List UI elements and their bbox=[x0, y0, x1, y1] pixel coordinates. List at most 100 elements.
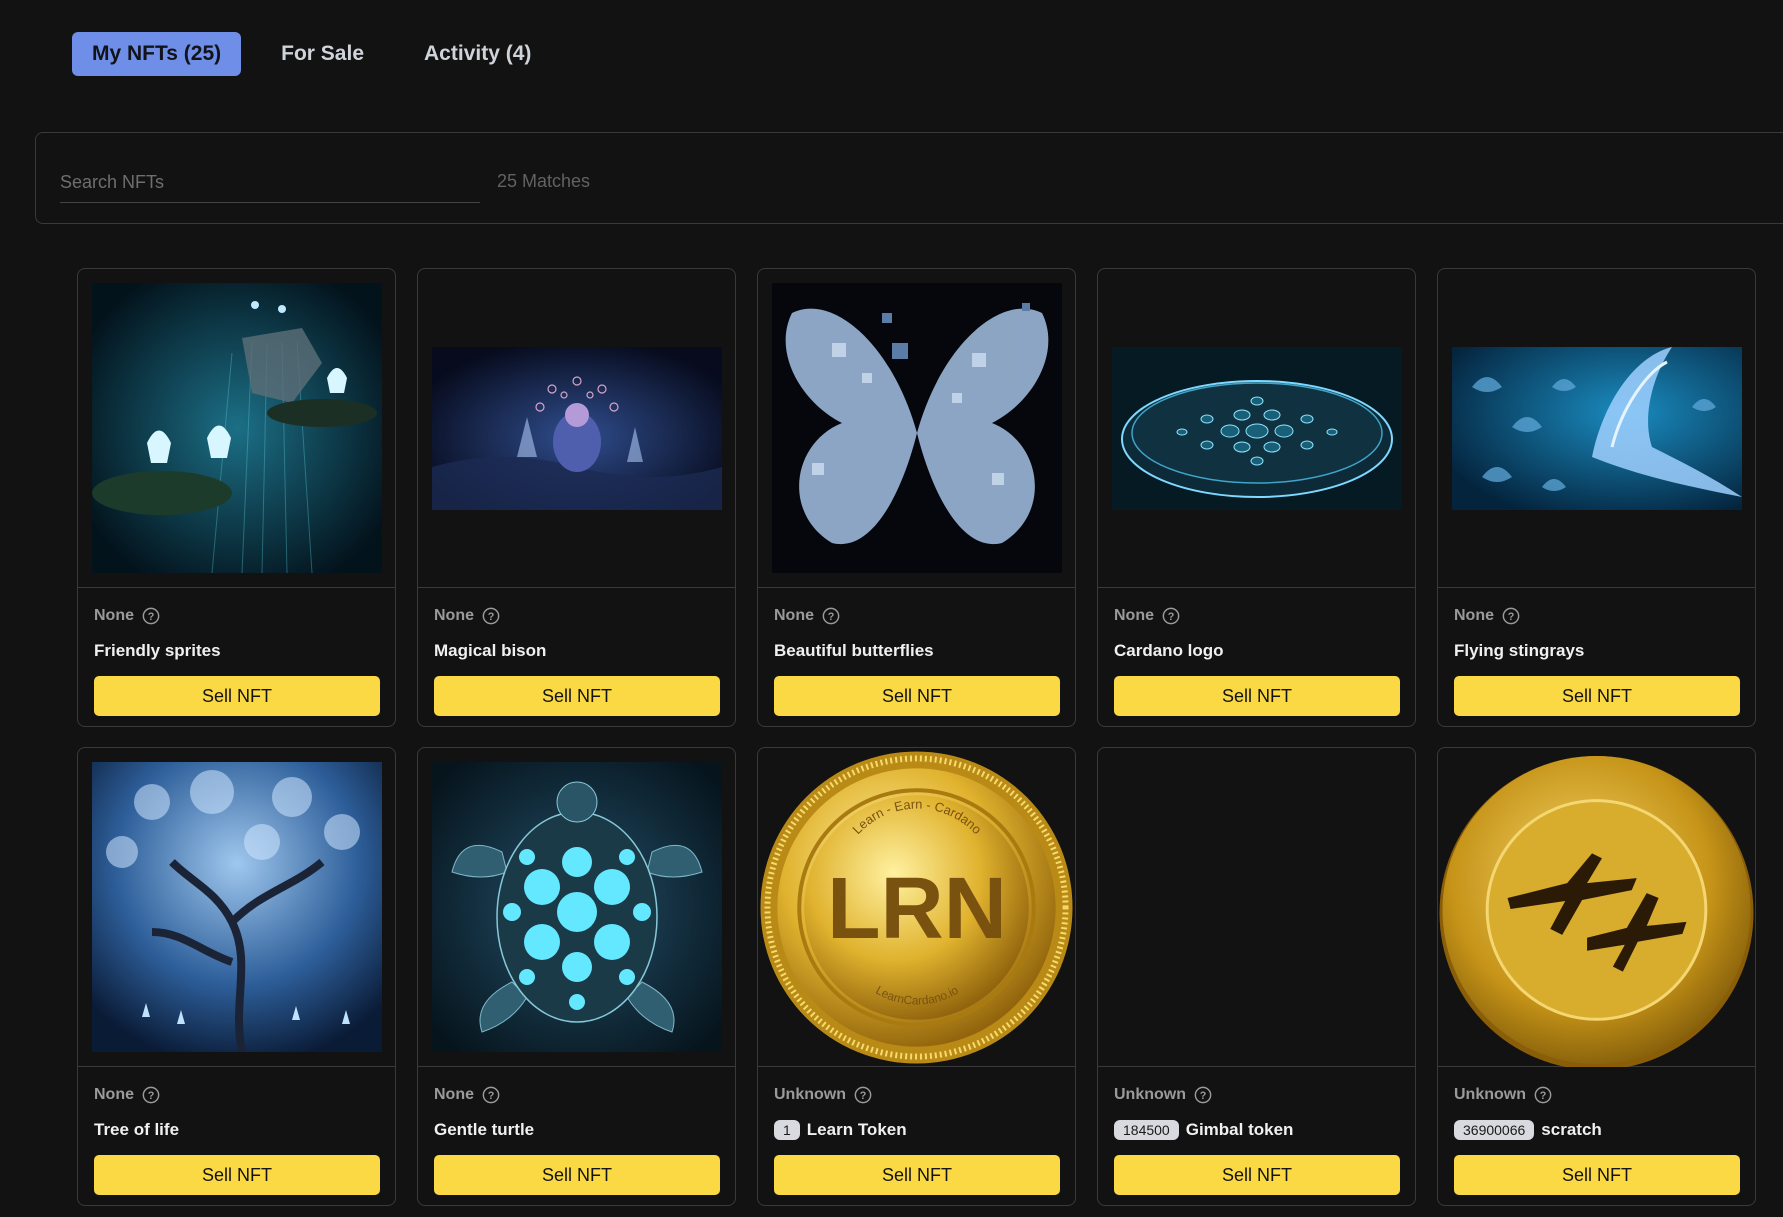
sell-nft-button[interactable]: Sell NFT bbox=[774, 1155, 1060, 1195]
turtle-artwork-image bbox=[431, 762, 722, 1052]
policy-label: Unknown bbox=[774, 1086, 846, 1103]
nft-image-container bbox=[78, 269, 395, 588]
nft-name-row: Flying stingrays bbox=[1454, 640, 1739, 662]
nft-name: Friendly sprites bbox=[94, 641, 221, 660]
sprites-artwork-image bbox=[91, 283, 382, 573]
nft-card: None ? Friendly sprites Sell NFT bbox=[77, 268, 396, 727]
nft-card: Unknown ? 184500 Gimbal token Sell NFT bbox=[1097, 747, 1416, 1206]
policy-label: None bbox=[94, 1086, 134, 1103]
svg-text:?: ? bbox=[860, 1090, 867, 1102]
policy-label: Unknown bbox=[1114, 1086, 1186, 1103]
nft-name: Gimbal token bbox=[1185, 1120, 1294, 1139]
nft-image-container bbox=[1098, 269, 1415, 588]
nft-name: Tree of life bbox=[94, 1120, 180, 1139]
scratch-coin-image bbox=[1439, 755, 1754, 1067]
nft-card: LRN Learn - Earn - Cardano LearnCardano.… bbox=[757, 747, 1076, 1206]
nft-name: Cardano logo bbox=[1114, 641, 1224, 660]
policy-status: None ? bbox=[94, 606, 379, 626]
policy-label: None bbox=[94, 607, 134, 624]
bison-artwork-image bbox=[431, 346, 722, 510]
sell-nft-button[interactable]: Sell NFT bbox=[94, 676, 380, 716]
nft-name-row: 184500 Gimbal token bbox=[1114, 1119, 1399, 1141]
butterfly-artwork-image bbox=[771, 283, 1062, 573]
policy-status: None ? bbox=[94, 1085, 379, 1105]
help-icon[interactable]: ? bbox=[1162, 607, 1180, 625]
nft-card: None ? Beautiful butterflies Sell NFT bbox=[757, 268, 1076, 727]
nft-card: None ? Gentle turtle Sell NFT bbox=[417, 747, 736, 1206]
nft-image-container: LRN Learn - Earn - Cardano LearnCardano.… bbox=[758, 748, 1075, 1067]
quantity-badge: 36900066 bbox=[1454, 1120, 1535, 1140]
cardano-logo-artwork-image bbox=[1111, 346, 1402, 510]
nft-image-container bbox=[1098, 748, 1415, 1067]
help-icon[interactable]: ? bbox=[1502, 607, 1520, 625]
svg-text:?: ? bbox=[488, 1090, 495, 1102]
tab-for-sale[interactable]: For Sale bbox=[261, 32, 384, 76]
sell-nft-button[interactable]: Sell NFT bbox=[1114, 676, 1400, 716]
nft-name-row: Cardano logo bbox=[1114, 640, 1399, 662]
tab-activity[interactable]: Activity (4) bbox=[404, 32, 551, 76]
nft-image-container bbox=[418, 748, 735, 1067]
sell-nft-button[interactable]: Sell NFT bbox=[774, 676, 1060, 716]
policy-status: None ? bbox=[1454, 606, 1739, 626]
nft-card: None ? Cardano logo Sell NFT bbox=[1097, 268, 1416, 727]
svg-text:?: ? bbox=[1508, 611, 1515, 623]
svg-text:?: ? bbox=[828, 611, 835, 623]
policy-status: None ? bbox=[1114, 606, 1399, 626]
sell-nft-button[interactable]: Sell NFT bbox=[1454, 676, 1740, 716]
help-icon[interactable]: ? bbox=[142, 607, 160, 625]
nft-image-container bbox=[78, 748, 395, 1067]
nft-image-container bbox=[758, 269, 1075, 588]
nft-name: Flying stingrays bbox=[1454, 641, 1585, 660]
tab-my-nfts[interactable]: My NFTs (25) bbox=[72, 32, 242, 76]
policy-label: None bbox=[1454, 607, 1494, 624]
nft-name-row: 1 Learn Token bbox=[774, 1119, 1059, 1141]
help-icon[interactable]: ? bbox=[854, 1086, 872, 1104]
nft-name: Gentle turtle bbox=[434, 1120, 535, 1139]
nft-card: Unknown ? 36900066 scratch Sell NFT bbox=[1437, 747, 1756, 1206]
policy-status: None ? bbox=[434, 1085, 719, 1105]
nft-name-row: Tree of life bbox=[94, 1119, 379, 1141]
help-icon[interactable]: ? bbox=[822, 607, 840, 625]
help-icon[interactable]: ? bbox=[482, 1086, 500, 1104]
sell-nft-button[interactable]: Sell NFT bbox=[94, 1155, 380, 1195]
policy-status: Unknown ? bbox=[1454, 1085, 1739, 1105]
nft-name: scratch bbox=[1541, 1120, 1602, 1139]
nft-grid: None ? Friendly sprites Sell NFT None ? … bbox=[77, 268, 1756, 1206]
policy-status: None ? bbox=[774, 606, 1059, 626]
nft-name: Magical bison bbox=[434, 641, 547, 660]
lrn-coin-image: LRN Learn - Earn - Cardano LearnCardano.… bbox=[760, 750, 1073, 1064]
nft-card: None ? Tree of life Sell NFT bbox=[77, 747, 396, 1206]
policy-label: None bbox=[774, 607, 814, 624]
policy-label: None bbox=[434, 607, 474, 624]
match-count: 25 Matches bbox=[497, 171, 591, 191]
policy-label: None bbox=[1114, 607, 1154, 624]
svg-text:?: ? bbox=[1200, 1090, 1207, 1102]
nft-name-row: Magical bison bbox=[434, 640, 719, 662]
quantity-badge: 1 bbox=[774, 1120, 800, 1140]
tab-bar: My NFTs (25) For Sale Activity (4) bbox=[72, 32, 551, 76]
nft-image-container bbox=[418, 269, 735, 588]
policy-status: Unknown ? bbox=[774, 1085, 1059, 1105]
sell-nft-button[interactable]: Sell NFT bbox=[434, 676, 720, 716]
policy-label: Unknown bbox=[1454, 1086, 1526, 1103]
sell-nft-button[interactable]: Sell NFT bbox=[1114, 1155, 1400, 1195]
nft-image-container bbox=[1438, 748, 1755, 1067]
help-icon[interactable]: ? bbox=[1194, 1086, 1212, 1104]
help-icon[interactable]: ? bbox=[482, 607, 500, 625]
sell-nft-button[interactable]: Sell NFT bbox=[1454, 1155, 1740, 1195]
nft-card: None ? Flying stingrays Sell NFT bbox=[1437, 268, 1756, 727]
tree-artwork-image bbox=[91, 762, 382, 1052]
nft-name-row: Beautiful butterflies bbox=[774, 640, 1059, 662]
svg-text:?: ? bbox=[1540, 1090, 1547, 1102]
nft-name: Learn Token bbox=[806, 1120, 907, 1139]
svg-text:?: ? bbox=[1168, 611, 1175, 623]
nft-name-row: Gentle turtle bbox=[434, 1119, 719, 1141]
help-icon[interactable]: ? bbox=[142, 1086, 160, 1104]
search-input[interactable] bbox=[60, 163, 480, 203]
nft-name-row: Friendly sprites bbox=[94, 640, 379, 662]
sell-nft-button[interactable]: Sell NFT bbox=[434, 1155, 720, 1195]
help-icon[interactable]: ? bbox=[1534, 1086, 1552, 1104]
quantity-badge: 184500 bbox=[1114, 1120, 1179, 1140]
policy-label: None bbox=[434, 1086, 474, 1103]
nft-name-row: 36900066 scratch bbox=[1454, 1119, 1739, 1141]
